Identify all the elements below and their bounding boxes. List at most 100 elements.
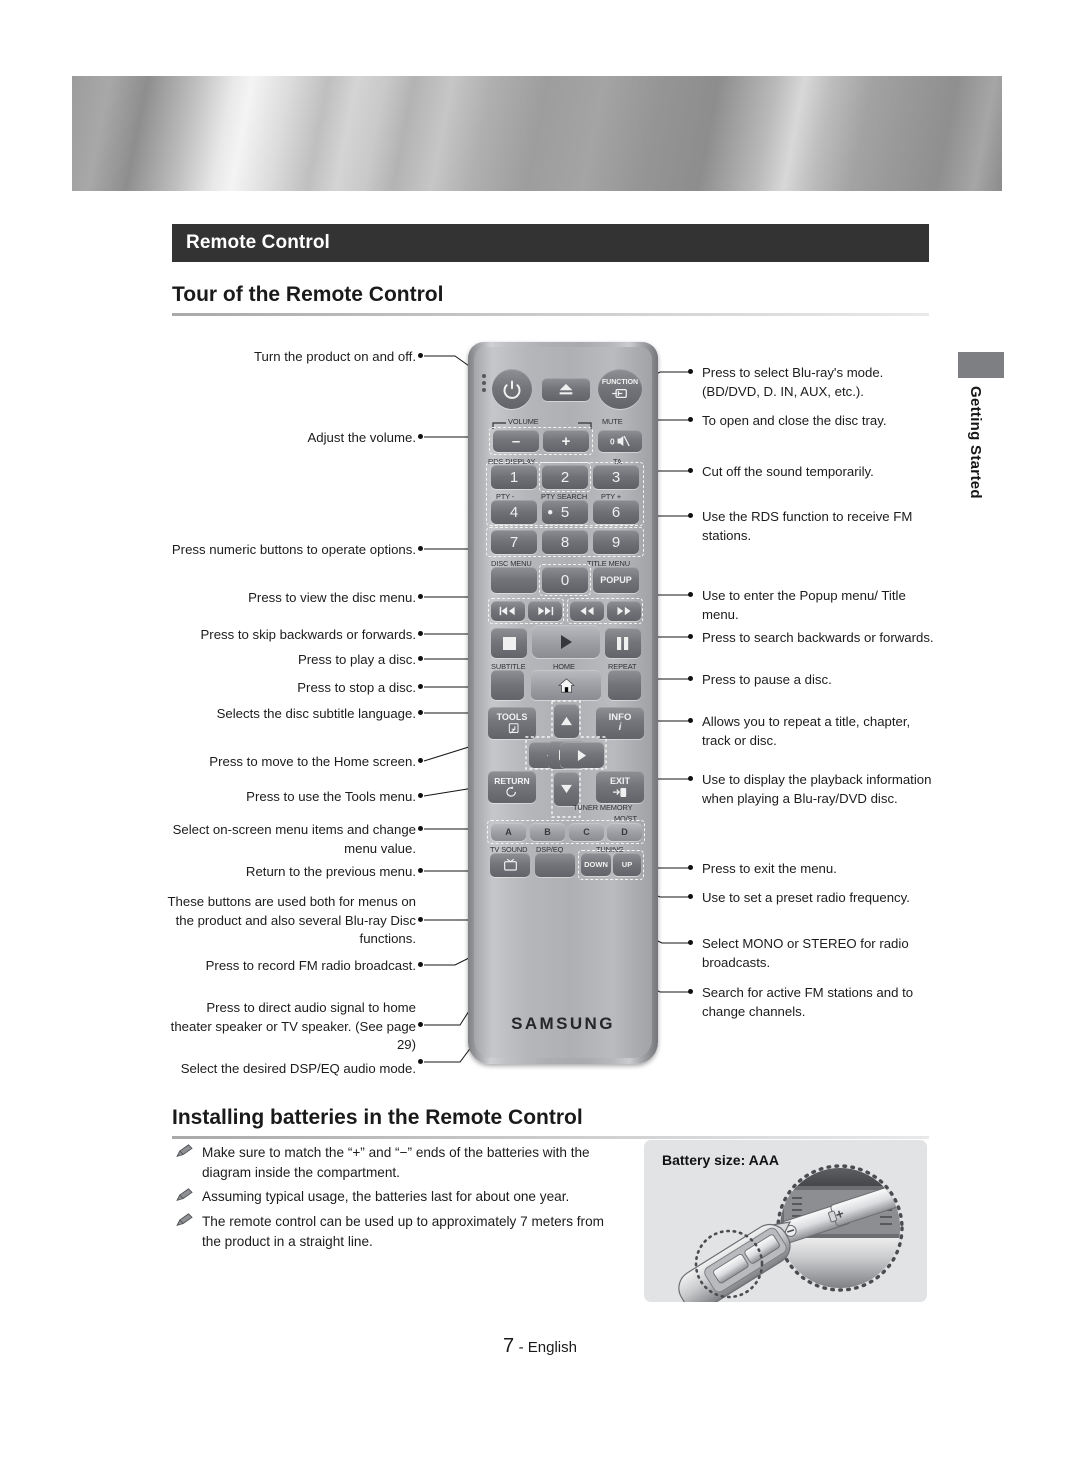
skip-forward-icon — [538, 606, 554, 616]
callout-return: Return to the previous menu. — [245, 864, 416, 879]
stop-button[interactable] — [491, 628, 527, 658]
home-icon — [557, 677, 575, 693]
battery-illustration — [678, 1164, 904, 1302]
numeric-button-6[interactable]: 6 — [593, 500, 639, 524]
callout-function: Press to select Blu-ray's mode. (BD/DVD,… — [702, 365, 884, 399]
svg-text:0: 0 — [610, 436, 615, 446]
dpad-down-button[interactable] — [554, 772, 579, 806]
callout-dot — [688, 940, 693, 945]
callout-dot — [418, 656, 423, 661]
callout-search: Press to search backwards or forwards. — [702, 630, 934, 645]
skip-backward-button[interactable] — [491, 601, 525, 621]
callout-dot — [418, 1022, 423, 1027]
callout-dsp-eq: Select the desired DSP/EQ audio mode. — [180, 1061, 416, 1076]
callout-dot — [688, 865, 693, 870]
mute-button[interactable]: 0 — [598, 430, 642, 452]
callout-volume: Adjust the volume. — [307, 430, 417, 445]
volume-up-button[interactable]: + — [543, 430, 589, 452]
tuning-down-button[interactable]: DOWN — [581, 853, 611, 876]
callout-dot — [418, 546, 423, 551]
numeric-button-3[interactable]: 3 — [593, 465, 639, 489]
callout-info: Use to display the playback information … — [702, 772, 932, 806]
callout-pause: Press to pause a disc. — [702, 672, 832, 687]
return-button[interactable]: RETURN — [488, 771, 536, 803]
volume-down-label: – — [511, 432, 521, 450]
eject-icon — [559, 383, 573, 395]
callout-subtitle: Selects the disc subtitle language. — [216, 706, 416, 721]
callout-repeat: Allows you to repeat a title, chapter, t… — [702, 714, 911, 748]
callout-dot — [688, 676, 693, 681]
subtitle-button[interactable] — [491, 670, 524, 700]
popup-button[interactable]: POPUP — [593, 567, 639, 593]
color-key-c[interactable]: C — [569, 823, 604, 841]
color-key-a[interactable]: A — [491, 823, 526, 841]
callout-dot — [418, 353, 423, 358]
callout-record-fm: Press to record FM radio broadcast. — [205, 958, 416, 973]
fast-forward-icon — [617, 606, 631, 616]
dsp-eq-button[interactable] — [535, 853, 575, 877]
numeric-button-5[interactable]: 5 — [542, 500, 588, 524]
callout-dot — [418, 868, 423, 873]
power-button[interactable] — [492, 369, 532, 409]
callout-home: Press to move to the Home screen. — [209, 754, 416, 769]
tools-icon — [508, 722, 519, 734]
note-pencil-icon — [176, 1188, 193, 1202]
volume-down-button[interactable]: – — [493, 430, 539, 452]
callout-rds: Use the RDS function to receive FM stati… — [702, 509, 913, 543]
pause-button[interactable] — [605, 628, 641, 658]
callout-dot — [688, 894, 693, 899]
numeric-button-9[interactable]: 9 — [593, 530, 639, 554]
info-icon: i — [618, 722, 622, 734]
search-backward-button[interactable] — [570, 601, 604, 621]
callout-color-keys: These buttons are used both for menus on… — [167, 894, 416, 947]
tv-icon — [503, 858, 517, 871]
dpad-right-button[interactable] — [560, 742, 604, 768]
remote-control-illustration: FUNCTION VOLUME MUTE – + 0 RDS DISPLAY T… — [468, 342, 658, 1064]
skip-backward-icon — [499, 606, 515, 616]
search-forward-button[interactable] — [607, 601, 641, 621]
tuning-up-button[interactable]: UP — [613, 853, 641, 876]
callout-dot — [418, 758, 423, 763]
color-key-d[interactable]: D — [607, 823, 642, 841]
exit-icon — [613, 787, 627, 797]
callout-numeric: Press numeric buttons to operate options… — [171, 542, 416, 557]
numeric-button-0[interactable]: 0 — [542, 567, 588, 593]
numeric-button-7[interactable]: 7 — [491, 530, 537, 554]
dpad-up-button[interactable] — [554, 704, 579, 738]
play-button[interactable] — [532, 625, 600, 658]
skip-forward-button[interactable] — [528, 601, 562, 621]
samsung-logo: SAMSUNG — [511, 1014, 615, 1033]
numeric-button-2[interactable]: 2 — [542, 465, 588, 489]
color-key-b[interactable]: B — [530, 823, 565, 841]
callout-dot — [688, 989, 693, 994]
heading-batteries: Installing batteries in the Remote Contr… — [172, 1106, 583, 1129]
note-item: Assuming typical usage, the batteries la… — [176, 1187, 626, 1207]
eject-button[interactable] — [542, 378, 590, 401]
pause-icon — [617, 636, 629, 650]
repeat-button[interactable] — [608, 670, 641, 700]
callout-dot — [688, 634, 693, 639]
numeric-button-4[interactable]: 4 — [491, 500, 537, 524]
callout-dot — [418, 684, 423, 689]
home-button[interactable] — [531, 670, 601, 700]
rewind-icon — [580, 606, 594, 616]
manual-page: Remote Control Tour of the Remote Contro… — [0, 0, 1080, 1467]
mute-icon: 0 — [610, 435, 630, 446]
callout-mo-st: Select MONO or STEREO for radio broadcas… — [702, 936, 909, 970]
callout-dot — [418, 594, 423, 599]
function-button[interactable]: FUNCTION — [598, 369, 642, 409]
callout-dot — [688, 776, 693, 781]
numeric-button-8[interactable]: 8 — [542, 530, 588, 554]
callout-popup: Use to enter the Popup menu/ Title menu. — [702, 588, 906, 622]
exit-button[interactable]: EXIT — [596, 771, 644, 803]
numeric-button-1[interactable]: 1 — [491, 465, 537, 489]
page-language: - English — [518, 1339, 577, 1356]
disc-menu-button[interactable] — [491, 567, 537, 593]
callout-dot — [688, 513, 693, 518]
callout-dot — [688, 369, 693, 374]
tv-sound-button[interactable] — [490, 853, 530, 877]
callout-dot — [688, 592, 693, 597]
callout-tv-sound: Press to direct audio signal to home the… — [170, 1000, 416, 1053]
page-footer: 7 - English — [0, 1335, 1080, 1358]
callout-dot — [418, 793, 423, 798]
